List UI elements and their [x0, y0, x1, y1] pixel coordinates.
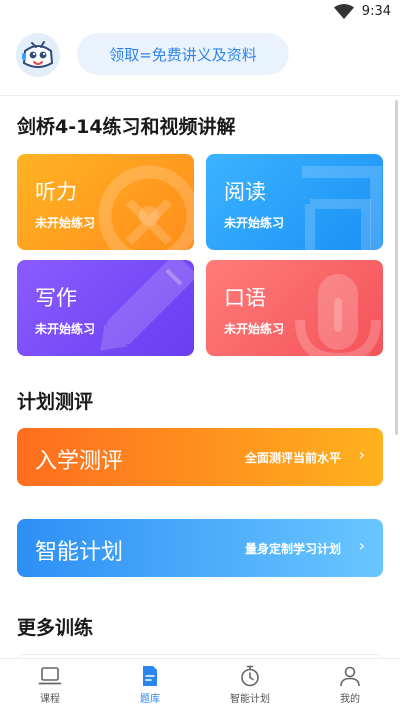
- listening-card-title: 听力: [35, 180, 77, 204]
- writing-card-status: 未开始练习: [35, 322, 96, 336]
- robot-mascot-icon: [16, 33, 60, 77]
- entrance-test-title: 入学测评: [35, 449, 124, 474]
- speaking-card-title: 口语: [224, 286, 266, 310]
- tab-courses[interactable]: 课程: [0, 659, 100, 710]
- laptop-icon: [38, 667, 62, 685]
- bottom-tab-bar: 课程 题库 智能计划 我的: [0, 658, 400, 710]
- more-section-title: 更多训练: [17, 617, 94, 639]
- free-materials-label: 领取=免费讲义及资料: [109, 45, 257, 64]
- tab-profile-label: 我的: [340, 694, 360, 705]
- entrance-test-card[interactable]: 入学测评 全面测评当前水平 ›: [17, 428, 383, 486]
- writing-card-title: 写作: [35, 286, 77, 310]
- smart-plan-desc: 量身定制学习计划: [244, 542, 341, 556]
- tab-courses-label: 课程: [40, 694, 60, 705]
- chevron-right-icon: ›: [358, 536, 365, 555]
- avatar[interactable]: [16, 33, 60, 77]
- wifi-icon: [334, 4, 354, 19]
- plan-section-title: 计划测评: [17, 391, 94, 413]
- smart-plan-title: 智能计划: [35, 540, 124, 565]
- scrollbar[interactable]: [395, 100, 398, 435]
- document-icon: [143, 666, 157, 686]
- stopwatch-icon: [241, 665, 259, 687]
- listening-card-status: 未开始练习: [35, 216, 96, 230]
- reading-card-title: 阅读: [224, 180, 266, 204]
- tab-profile[interactable]: 我的: [300, 659, 400, 710]
- speaking-card[interactable]: 口语 未开始练习: [206, 260, 383, 356]
- smart-plan-card[interactable]: 智能计划 量身定制学习计划 ›: [17, 519, 383, 577]
- tab-question-bank-label: 题库: [140, 694, 160, 705]
- free-materials-button[interactable]: 领取=免费讲义及资料: [77, 33, 289, 75]
- listening-card[interactable]: 听力 未开始练习: [17, 154, 194, 250]
- tab-smart-plan[interactable]: 智能计划: [200, 659, 300, 710]
- reading-card[interactable]: 阅读 未开始练习: [206, 154, 383, 250]
- writing-card[interactable]: 写作 未开始练习: [17, 260, 194, 356]
- chevron-right-icon: ›: [358, 445, 365, 464]
- speaking-card-status: 未开始练习: [224, 322, 285, 336]
- header-divider: [0, 95, 400, 96]
- tab-question-bank[interactable]: 题库: [100, 659, 200, 710]
- tab-smart-plan-label: 智能计划: [230, 694, 270, 705]
- cambridge-section-title: 剑桥4-14练习和视频讲解: [17, 116, 236, 138]
- entrance-test-desc: 全面测评当前水平: [244, 451, 341, 465]
- reading-card-status: 未开始练习: [224, 216, 285, 230]
- person-icon: [340, 666, 360, 687]
- status-time: 9:34: [361, 4, 391, 19]
- status-bar: 9:34: [0, 0, 400, 24]
